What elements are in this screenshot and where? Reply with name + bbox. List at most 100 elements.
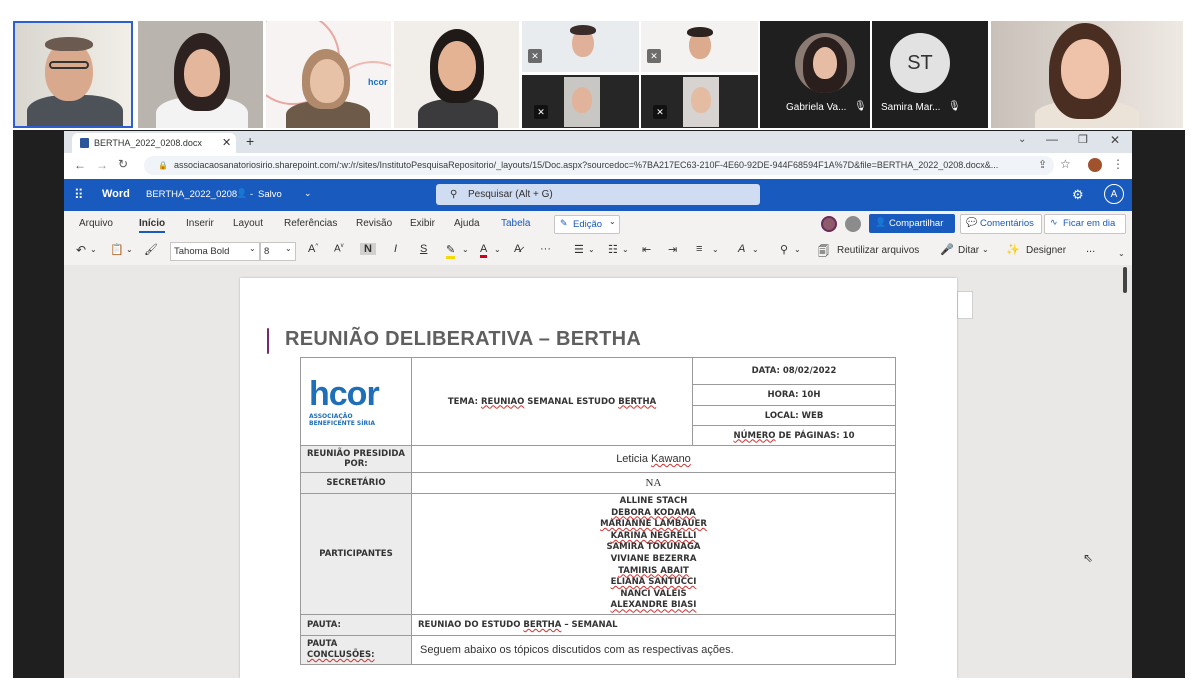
underline-icon[interactable]: S: [420, 243, 427, 255]
comments-button[interactable]: 💬 Comentários: [960, 214, 1042, 234]
chevron-down-icon[interactable]: ⌄: [712, 245, 719, 254]
tab-layout[interactable]: Layout: [233, 218, 263, 229]
tab-search-icon[interactable]: ⌄: [1018, 134, 1026, 145]
app-name[interactable]: Word: [102, 188, 130, 200]
participant-tile-samira[interactable]: ST Samira Mar... 🎙: [872, 21, 988, 128]
chevron-down-icon[interactable]: ⌄: [622, 245, 629, 254]
tab-inicio[interactable]: Início: [139, 218, 166, 233]
chevron-down-icon[interactable]: ⌄: [982, 245, 989, 254]
participant-video-8[interactable]: ✕: [641, 75, 758, 128]
font-name-dropdown[interactable]: Tahoma Bold ⌄: [170, 242, 260, 261]
participant-video-1[interactable]: [13, 21, 133, 128]
close-window-button[interactable]: ✕: [1110, 133, 1120, 147]
designer-label[interactable]: Designer: [1026, 245, 1066, 256]
share-page-icon[interactable]: ⇪: [1038, 158, 1047, 171]
app-launcher-icon[interactable]: ⠿: [74, 187, 83, 203]
chevron-down-icon: ⌄: [285, 244, 292, 253]
participant-video-11[interactable]: [991, 21, 1183, 128]
chevron-down-icon[interactable]: ⌄: [304, 188, 312, 199]
participant-video-2[interactable]: [138, 21, 263, 128]
reload-icon[interactable]: ↻: [118, 157, 128, 171]
participant-video-7[interactable]: ✕: [522, 75, 639, 128]
increase-indent-icon[interactable]: ⇥: [668, 243, 677, 256]
reuse-files-icon[interactable]: 🗐: [818, 243, 829, 262]
microphone-icon[interactable]: 🎤: [940, 243, 954, 256]
tab-arquivo[interactable]: Arquivo: [79, 218, 113, 229]
chevron-down-icon[interactable]: ⌄: [752, 245, 759, 254]
chevron-down-icon[interactable]: ⌄: [588, 245, 595, 254]
mic-off-icon: ✕: [647, 49, 661, 63]
align-icon[interactable]: ≡: [696, 243, 702, 255]
browser-tab[interactable]: BERTHA_2022_0208.docx ✕: [72, 133, 236, 153]
new-tab-button[interactable]: +: [246, 133, 254, 149]
shrink-font-icon[interactable]: Av: [334, 243, 344, 254]
expand-ribbon-icon[interactable]: ⌄: [1118, 249, 1125, 258]
undo-icon[interactable]: ↶: [76, 243, 86, 257]
font-color-icon[interactable]: A: [480, 243, 488, 258]
more-font-icon[interactable]: ···: [540, 243, 551, 255]
more-options-icon[interactable]: ...: [1086, 243, 1095, 255]
catchup-button[interactable]: ∿ Ficar em dia: [1044, 214, 1126, 234]
highlight-icon[interactable]: ✎: [446, 243, 456, 259]
chevron-down-icon[interactable]: ⌄: [462, 245, 469, 254]
tab-revisao[interactable]: Revisão: [356, 218, 392, 229]
separator: -: [250, 189, 254, 200]
document-name[interactable]: BERTHA_2022_0208: [146, 189, 237, 200]
designer-icon[interactable]: ✨: [1006, 243, 1020, 256]
maximize-button[interactable]: ❐: [1078, 133, 1088, 146]
account-avatar[interactable]: A: [1104, 184, 1124, 204]
minimize-button[interactable]: —: [1046, 132, 1058, 146]
tab-exibir[interactable]: Exibir: [410, 218, 435, 229]
font-size-dropdown[interactable]: 8 ⌄: [260, 242, 296, 261]
tab-referencias[interactable]: Referências: [284, 218, 337, 229]
grow-font-icon[interactable]: A^: [308, 243, 318, 255]
search-icon: ⚲: [450, 189, 458, 200]
chevron-down-icon[interactable]: ⌄: [494, 245, 501, 254]
participant-video-4[interactable]: [394, 21, 519, 128]
pulse-icon: ∿: [1050, 217, 1058, 227]
collaborator-avatar: [821, 216, 837, 232]
participant-video-6[interactable]: ✕: [641, 21, 758, 72]
bookmark-star-icon[interactable]: ☆: [1060, 157, 1071, 171]
search-input[interactable]: ⚲ Pesquisar (Alt + G): [436, 184, 760, 205]
settings-gear-icon[interactable]: ⚙: [1072, 187, 1084, 203]
profile-avatar[interactable]: [1088, 158, 1102, 172]
lock-icon: 🔒: [158, 161, 168, 170]
tab-inserir[interactable]: Inserir: [186, 218, 214, 229]
decrease-indent-icon[interactable]: ⇤: [642, 243, 651, 256]
find-icon[interactable]: ⚲: [780, 243, 788, 256]
numbering-icon[interactable]: ☷: [608, 243, 618, 256]
participant-name: Gabriela Va...: [786, 102, 847, 113]
back-arrow-icon[interactable]: ←: [74, 158, 86, 172]
vertical-scrollbar[interactable]: [1123, 267, 1127, 293]
mic-off-icon: ✕: [528, 49, 542, 63]
participant-video-3[interactable]: hcor: [266, 21, 391, 128]
editing-mode-dropdown[interactable]: ✎ Edição ⌄: [554, 215, 620, 234]
reuse-files-label[interactable]: Reutilizar arquivos: [837, 245, 919, 256]
clear-format-icon[interactable]: A̷: [514, 243, 521, 255]
url-input[interactable]: 🔒 associacaosanatoriosirio.sharepoint.com…: [144, 156, 1054, 175]
presidida-first: Leticia: [616, 453, 652, 465]
presidida-last: Kawano: [651, 453, 691, 465]
paste-icon[interactable]: 📋: [110, 243, 124, 256]
chevron-down-icon[interactable]: ⌄: [126, 245, 133, 254]
italic-icon[interactable]: I: [394, 243, 397, 255]
mic-off-icon: ✕: [534, 105, 548, 119]
participant-name: ELIANA SANTUCCI: [610, 577, 697, 588]
styles-icon[interactable]: A: [738, 243, 745, 255]
chevron-down-icon[interactable]: ⌄: [794, 245, 801, 254]
document-page[interactable]: REUNIÃO DELIBERATIVA – BERTHA hcor ASSOC…: [240, 278, 957, 678]
close-tab-icon[interactable]: ✕: [222, 136, 231, 149]
dictate-label[interactable]: Ditar: [958, 245, 979, 256]
share-button[interactable]: 👤 Compartilhar: [869, 214, 955, 233]
tab-ajuda[interactable]: Ajuda: [454, 218, 480, 229]
participant-video-5[interactable]: ✕: [522, 21, 639, 72]
bullets-icon[interactable]: ☰: [574, 243, 584, 256]
participant-tile-gabriela[interactable]: Gabriela Va... 🎙: [760, 21, 870, 128]
format-painter-icon[interactable]: 🖌: [144, 243, 158, 256]
forward-arrow-icon[interactable]: →: [96, 158, 108, 172]
bold-icon[interactable]: N: [360, 243, 376, 255]
browser-menu-icon[interactable]: ⋮: [1112, 157, 1124, 171]
chevron-down-icon[interactable]: ⌄: [90, 245, 97, 254]
tab-tabela[interactable]: Tabela: [501, 218, 530, 229]
